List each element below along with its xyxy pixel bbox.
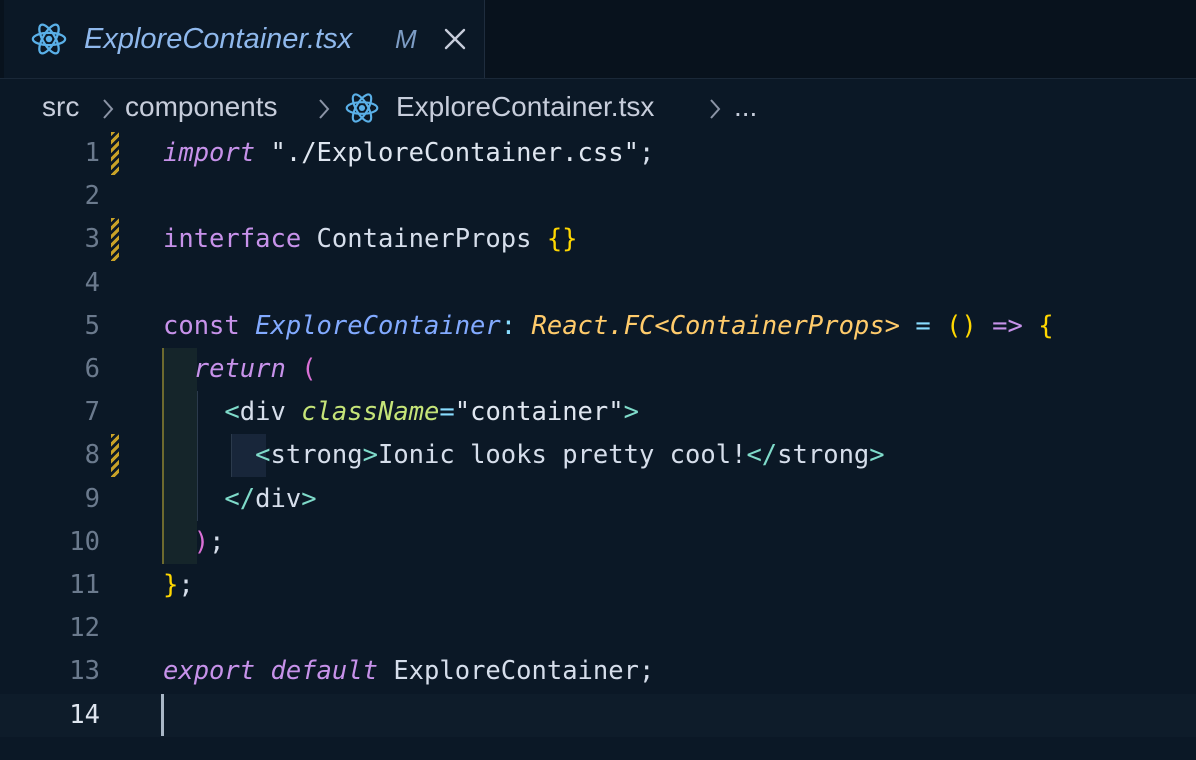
code-line-7[interactable]: <div className="container"> bbox=[0, 391, 1196, 434]
code-line-10[interactable]: ); bbox=[0, 521, 1196, 564]
line-number-current: 14 bbox=[69, 700, 100, 730]
chevron-right-icon bbox=[707, 96, 723, 128]
close-icon[interactable] bbox=[443, 27, 467, 56]
chevron-right-icon bbox=[316, 96, 332, 128]
tab-bar: ExploreContainer.tsx M bbox=[0, 0, 1196, 79]
code-line-8[interactable]: <strong>Ionic looks pretty cool!</strong… bbox=[0, 434, 1196, 477]
modified-badge: M bbox=[395, 24, 417, 54]
breadcrumb-item-src[interactable]: src bbox=[42, 86, 79, 128]
line-number: 2 bbox=[84, 181, 100, 211]
code-line-9[interactable]: </div> bbox=[0, 478, 1196, 521]
react-icon bbox=[30, 20, 68, 63]
chevron-right-icon bbox=[100, 96, 116, 128]
code-editor[interactable]: 1 2 3 4 5 6 7 8 9 10 11 12 13 14 import … bbox=[0, 132, 1196, 760]
tab-explore-container[interactable]: ExploreContainer.tsx M bbox=[4, 0, 485, 78]
line-number: 12 bbox=[69, 613, 100, 643]
breadcrumb-item-symbol[interactable]: ... bbox=[734, 86, 757, 128]
tab-filename: ExploreContainer.tsx bbox=[84, 23, 353, 55]
breadcrumb-item-file[interactable]: ExploreContainer.tsx bbox=[396, 86, 654, 128]
code-line-5[interactable]: const ExploreContainer: React.FC<Contain… bbox=[0, 305, 1196, 348]
breadcrumb-item-components[interactable]: components bbox=[125, 86, 278, 128]
code-line-1[interactable]: import "./ExploreContainer.css"; bbox=[0, 132, 1196, 175]
line-number: 4 bbox=[84, 268, 100, 298]
code-line-11[interactable]: }; bbox=[0, 564, 1196, 607]
breadcrumb: src components ExploreContainer.tsx ... bbox=[0, 86, 1196, 128]
code-line-3[interactable]: interface ContainerProps {} bbox=[0, 218, 1196, 261]
text-cursor bbox=[161, 694, 164, 736]
react-icon bbox=[344, 90, 380, 133]
code-line-6[interactable]: return ( bbox=[0, 348, 1196, 391]
code-line-13[interactable]: export default ExploreContainer; bbox=[0, 650, 1196, 693]
